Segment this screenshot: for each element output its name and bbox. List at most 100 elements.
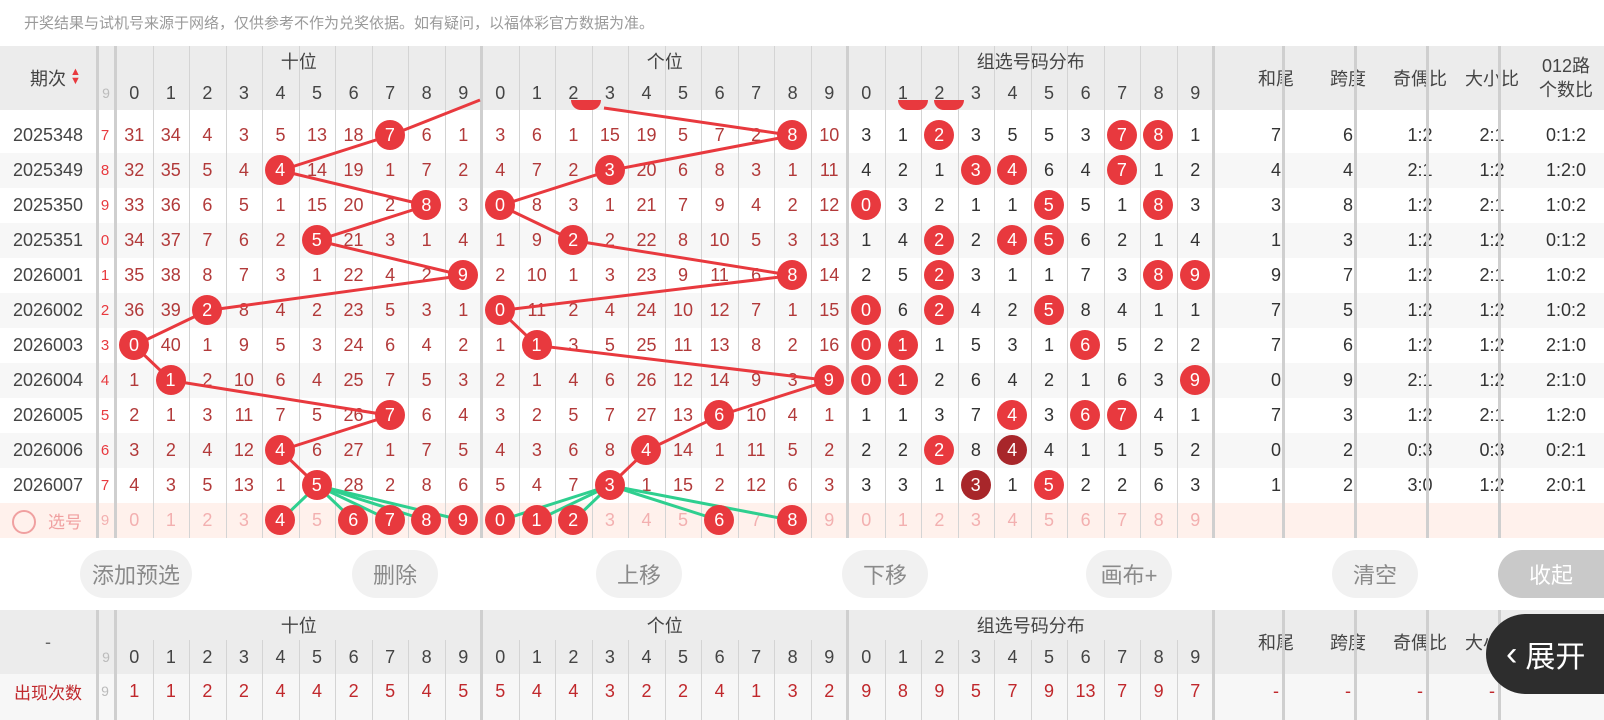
digit-header: 9 — [1190, 82, 1201, 103]
cell-divider — [957, 640, 959, 720]
group-miss-cell: 4 — [1153, 405, 1164, 425]
cell-divider — [810, 640, 812, 720]
action-button-4[interactable]: 画布+ — [1086, 550, 1172, 598]
column-divider — [846, 610, 849, 720]
one-miss-cell: 8 — [604, 440, 615, 460]
one-select-ball[interactable]: 1 — [521, 505, 552, 535]
one-miss-cell: 2 — [714, 475, 725, 495]
sort-icon[interactable]: ▲ ▼ — [70, 67, 81, 87]
cell-divider — [1176, 640, 1178, 720]
ten-miss-cell: 28 — [343, 475, 364, 495]
action-button-2[interactable]: 上移 — [596, 550, 682, 598]
one-miss-cell: 9 — [678, 265, 689, 285]
one-select-digit[interactable]: 5 — [665, 503, 702, 538]
cell-divider — [1103, 46, 1105, 538]
group-select-digit[interactable]: 1 — [885, 503, 922, 538]
digit-header: 1 — [165, 646, 176, 667]
period-header[interactable]: 期次 — [0, 46, 96, 110]
digit-header: 8 — [787, 82, 798, 103]
ten-miss-cell: 26 — [343, 405, 364, 425]
ten-miss-cell: 2 — [385, 195, 396, 215]
cell-divider — [628, 46, 630, 538]
ten-select-ball[interactable]: 7 — [374, 505, 405, 535]
group-miss-cell: 3 — [897, 475, 908, 495]
one-miss-cell: 2 — [568, 300, 579, 320]
ten-select-digit[interactable]: 5 — [299, 503, 336, 538]
ten-miss-cell: 4 — [458, 230, 469, 250]
action-button-3[interactable]: 下移 — [842, 550, 928, 598]
ten-select-ball[interactable]: 4 — [265, 505, 296, 535]
ten-miss-cell: 2 — [458, 335, 469, 355]
one-miss-cell: 4 — [604, 300, 615, 320]
group-select-digit[interactable]: 3 — [958, 503, 995, 538]
group-select-digit[interactable]: 9 — [1177, 503, 1214, 538]
clipped-edge: 7 — [100, 477, 110, 494]
cell-divider — [737, 46, 739, 538]
group-select-digit[interactable]: 4 — [994, 503, 1031, 538]
ten-miss-cell: 1 — [385, 440, 396, 460]
one-miss-cell: 11 — [673, 335, 693, 355]
one-select-digit[interactable]: 9 — [811, 503, 848, 538]
ten-miss-cell: 20 — [343, 195, 364, 215]
action-button-1[interactable]: 删除 — [352, 550, 438, 598]
one-miss-cell: 2 — [604, 230, 615, 250]
clipped-edge: 8 — [100, 162, 110, 179]
group-miss-cell: 1 — [1190, 300, 1201, 320]
group-select-digit[interactable]: 7 — [1104, 503, 1141, 538]
group-miss-cell: 2 — [1117, 230, 1128, 250]
ten-miss-cell: 6 — [202, 195, 213, 215]
ten-miss-cell: 2 — [458, 160, 469, 180]
ten-miss-cell: 8 — [421, 475, 432, 495]
group-select-digit[interactable]: 5 — [1031, 503, 1068, 538]
one-count: 5 — [495, 680, 506, 701]
column-divider — [114, 610, 117, 720]
stat-cell: 3 — [1342, 230, 1353, 250]
group-select-digit[interactable]: 2 — [921, 503, 958, 538]
one-miss-cell: 2 — [751, 125, 762, 145]
cell-divider — [335, 640, 337, 720]
digit-header: 2 — [568, 646, 579, 667]
cell-divider — [628, 640, 630, 720]
collapse-button[interactable]: 收起 — [1498, 550, 1604, 598]
ten-select-digit[interactable]: 2 — [189, 503, 226, 538]
group-miss-cell: 1 — [1007, 265, 1018, 285]
action-button-0[interactable]: 添加预选 — [80, 550, 192, 598]
ten-miss-cell: 5 — [421, 370, 432, 390]
group-header-1: 个位 — [646, 616, 683, 636]
group-hit-ball: 2 — [924, 260, 955, 290]
select-radio-icon[interactable] — [12, 510, 36, 534]
clipped-edge: 5 — [100, 407, 110, 424]
one-select-digit[interactable]: 3 — [592, 503, 629, 538]
ten-select-digit[interactable]: 1 — [153, 503, 190, 538]
ten-select-digit[interactable]: 0 — [116, 503, 153, 538]
one-select-digit[interactable]: 4 — [628, 503, 665, 538]
one-select-ball[interactable]: 2 — [558, 505, 589, 535]
stat-cell: 7 — [1270, 300, 1281, 320]
stat-header-2: 奇偶比 — [1393, 69, 1447, 89]
ten-select-ball[interactable]: 9 — [447, 505, 478, 535]
stat-cell: 0 — [1270, 370, 1281, 390]
action-button-5[interactable]: 清空 — [1332, 550, 1418, 598]
cell-divider — [262, 640, 264, 720]
cell-divider — [371, 46, 373, 538]
one-miss-cell: 13 — [673, 405, 694, 425]
one-miss-cell: 1 — [495, 335, 506, 355]
ten-select-digit[interactable]: 3 — [226, 503, 263, 538]
one-select-digit[interactable]: 7 — [738, 503, 775, 538]
group-select-digit[interactable]: 6 — [1067, 503, 1104, 538]
digit-header: 5 — [312, 82, 323, 103]
ten-miss-cell: 32 — [124, 160, 145, 180]
group-select-digit[interactable]: 8 — [1140, 503, 1177, 538]
group-miss-cell: 1 — [1190, 125, 1201, 145]
group-select-digit[interactable]: 0 — [848, 503, 885, 538]
ten-miss-cell: 4 — [202, 125, 213, 145]
one-miss-cell: 25 — [636, 335, 657, 355]
expand-button[interactable]: ‹ 展开 — [1486, 614, 1604, 694]
one-miss-cell: 15 — [819, 300, 840, 320]
one-miss-cell: 9 — [751, 370, 762, 390]
group-miss-cell: 3 — [1080, 125, 1091, 145]
one-select-ball[interactable]: 0 — [485, 505, 515, 535]
stat-header-3: 大小比 — [1465, 69, 1519, 89]
group-miss-cell: 1 — [934, 475, 945, 495]
ten-miss-cell: 36 — [160, 195, 181, 215]
